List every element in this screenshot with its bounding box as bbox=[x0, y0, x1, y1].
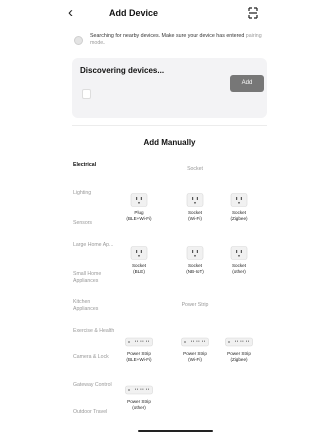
device-protocol: (BLE+Wi-Fi) bbox=[126, 216, 152, 221]
category-sensors[interactable]: Sensors bbox=[73, 220, 115, 227]
category-camera-lock[interactable]: Camera & Lock bbox=[73, 354, 115, 361]
socket-icon bbox=[130, 193, 148, 207]
search-status: Searching for nearby devices. Make sure … bbox=[72, 32, 262, 54]
device-protocol: (BLE+Wi-Fi) bbox=[126, 357, 152, 362]
home-indicator bbox=[138, 430, 213, 432]
device-protocol: (other) bbox=[132, 405, 146, 410]
discovered-device-icon bbox=[82, 89, 91, 99]
category-kitchen-appliances[interactable]: Kitchen Appliances bbox=[73, 299, 115, 312]
category-exercise-health[interactable]: Exercise & Health bbox=[73, 328, 115, 335]
socket-icon bbox=[130, 246, 148, 260]
device-protocol: (BLE) bbox=[133, 269, 145, 274]
header: ‹ Add Device bbox=[0, 0, 267, 28]
discovering-title: Discovering devices... bbox=[80, 66, 165, 75]
device-power-strip-other[interactable]: Power Strip (other) bbox=[111, 384, 167, 411]
device-protocol: (Zigbee) bbox=[230, 216, 248, 221]
search-status-end: . bbox=[103, 40, 105, 46]
category-gateway-control[interactable]: Gateway Control bbox=[73, 382, 115, 389]
group-label-socket: Socket bbox=[187, 166, 203, 172]
power-strip-icon bbox=[181, 337, 209, 347]
page-title: Add Device bbox=[108, 8, 159, 18]
searching-spinner-icon bbox=[74, 36, 83, 45]
socket-icon bbox=[230, 193, 248, 207]
category-electrical[interactable]: Electrical bbox=[73, 162, 115, 169]
device-power-strip-zigbee[interactable]: Power Strip (Zigbee) bbox=[211, 336, 267, 363]
group-label-power-strip: Power Strip bbox=[181, 302, 209, 308]
power-strip-icon bbox=[225, 337, 253, 347]
divider bbox=[72, 125, 267, 126]
device-power-strip-ble-wifi[interactable]: Power Strip (BLE+Wi-Fi) bbox=[111, 336, 167, 363]
device-socket-other[interactable]: Socket (other) bbox=[211, 246, 267, 275]
socket-icon bbox=[186, 193, 204, 207]
category-large-home-appliances[interactable]: Large Home Ap... bbox=[73, 242, 115, 249]
socket-icon bbox=[186, 246, 204, 260]
device-protocol: (other) bbox=[232, 269, 246, 274]
socket-icon bbox=[230, 246, 248, 260]
category-lighting[interactable]: Lighting bbox=[73, 190, 115, 197]
power-strip-icon bbox=[125, 385, 153, 395]
discovering-card: Discovering devices... Add bbox=[72, 58, 267, 118]
power-strip-icon bbox=[125, 337, 153, 347]
search-status-message: Searching for nearby devices. Make sure … bbox=[90, 33, 246, 39]
category-small-home-appliances[interactable]: Small Home Appliances bbox=[73, 271, 115, 284]
add-manually-title: Add Manually bbox=[143, 138, 196, 147]
add-button[interactable]: Add bbox=[230, 75, 264, 92]
search-status-text: Searching for nearby devices. Make sure … bbox=[90, 33, 262, 47]
device-protocol: (Zigbee) bbox=[230, 357, 248, 362]
scan-icon[interactable] bbox=[248, 7, 258, 19]
device-plug-ble-wifi[interactable]: Plug (BLE+Wi-Fi) bbox=[111, 193, 167, 222]
device-socket-zigbee[interactable]: Socket (Zigbee) bbox=[211, 193, 267, 222]
device-socket-ble[interactable]: Socket (BLE) bbox=[111, 246, 167, 275]
category-outdoor-travel[interactable]: Outdoor Travel bbox=[73, 409, 115, 416]
